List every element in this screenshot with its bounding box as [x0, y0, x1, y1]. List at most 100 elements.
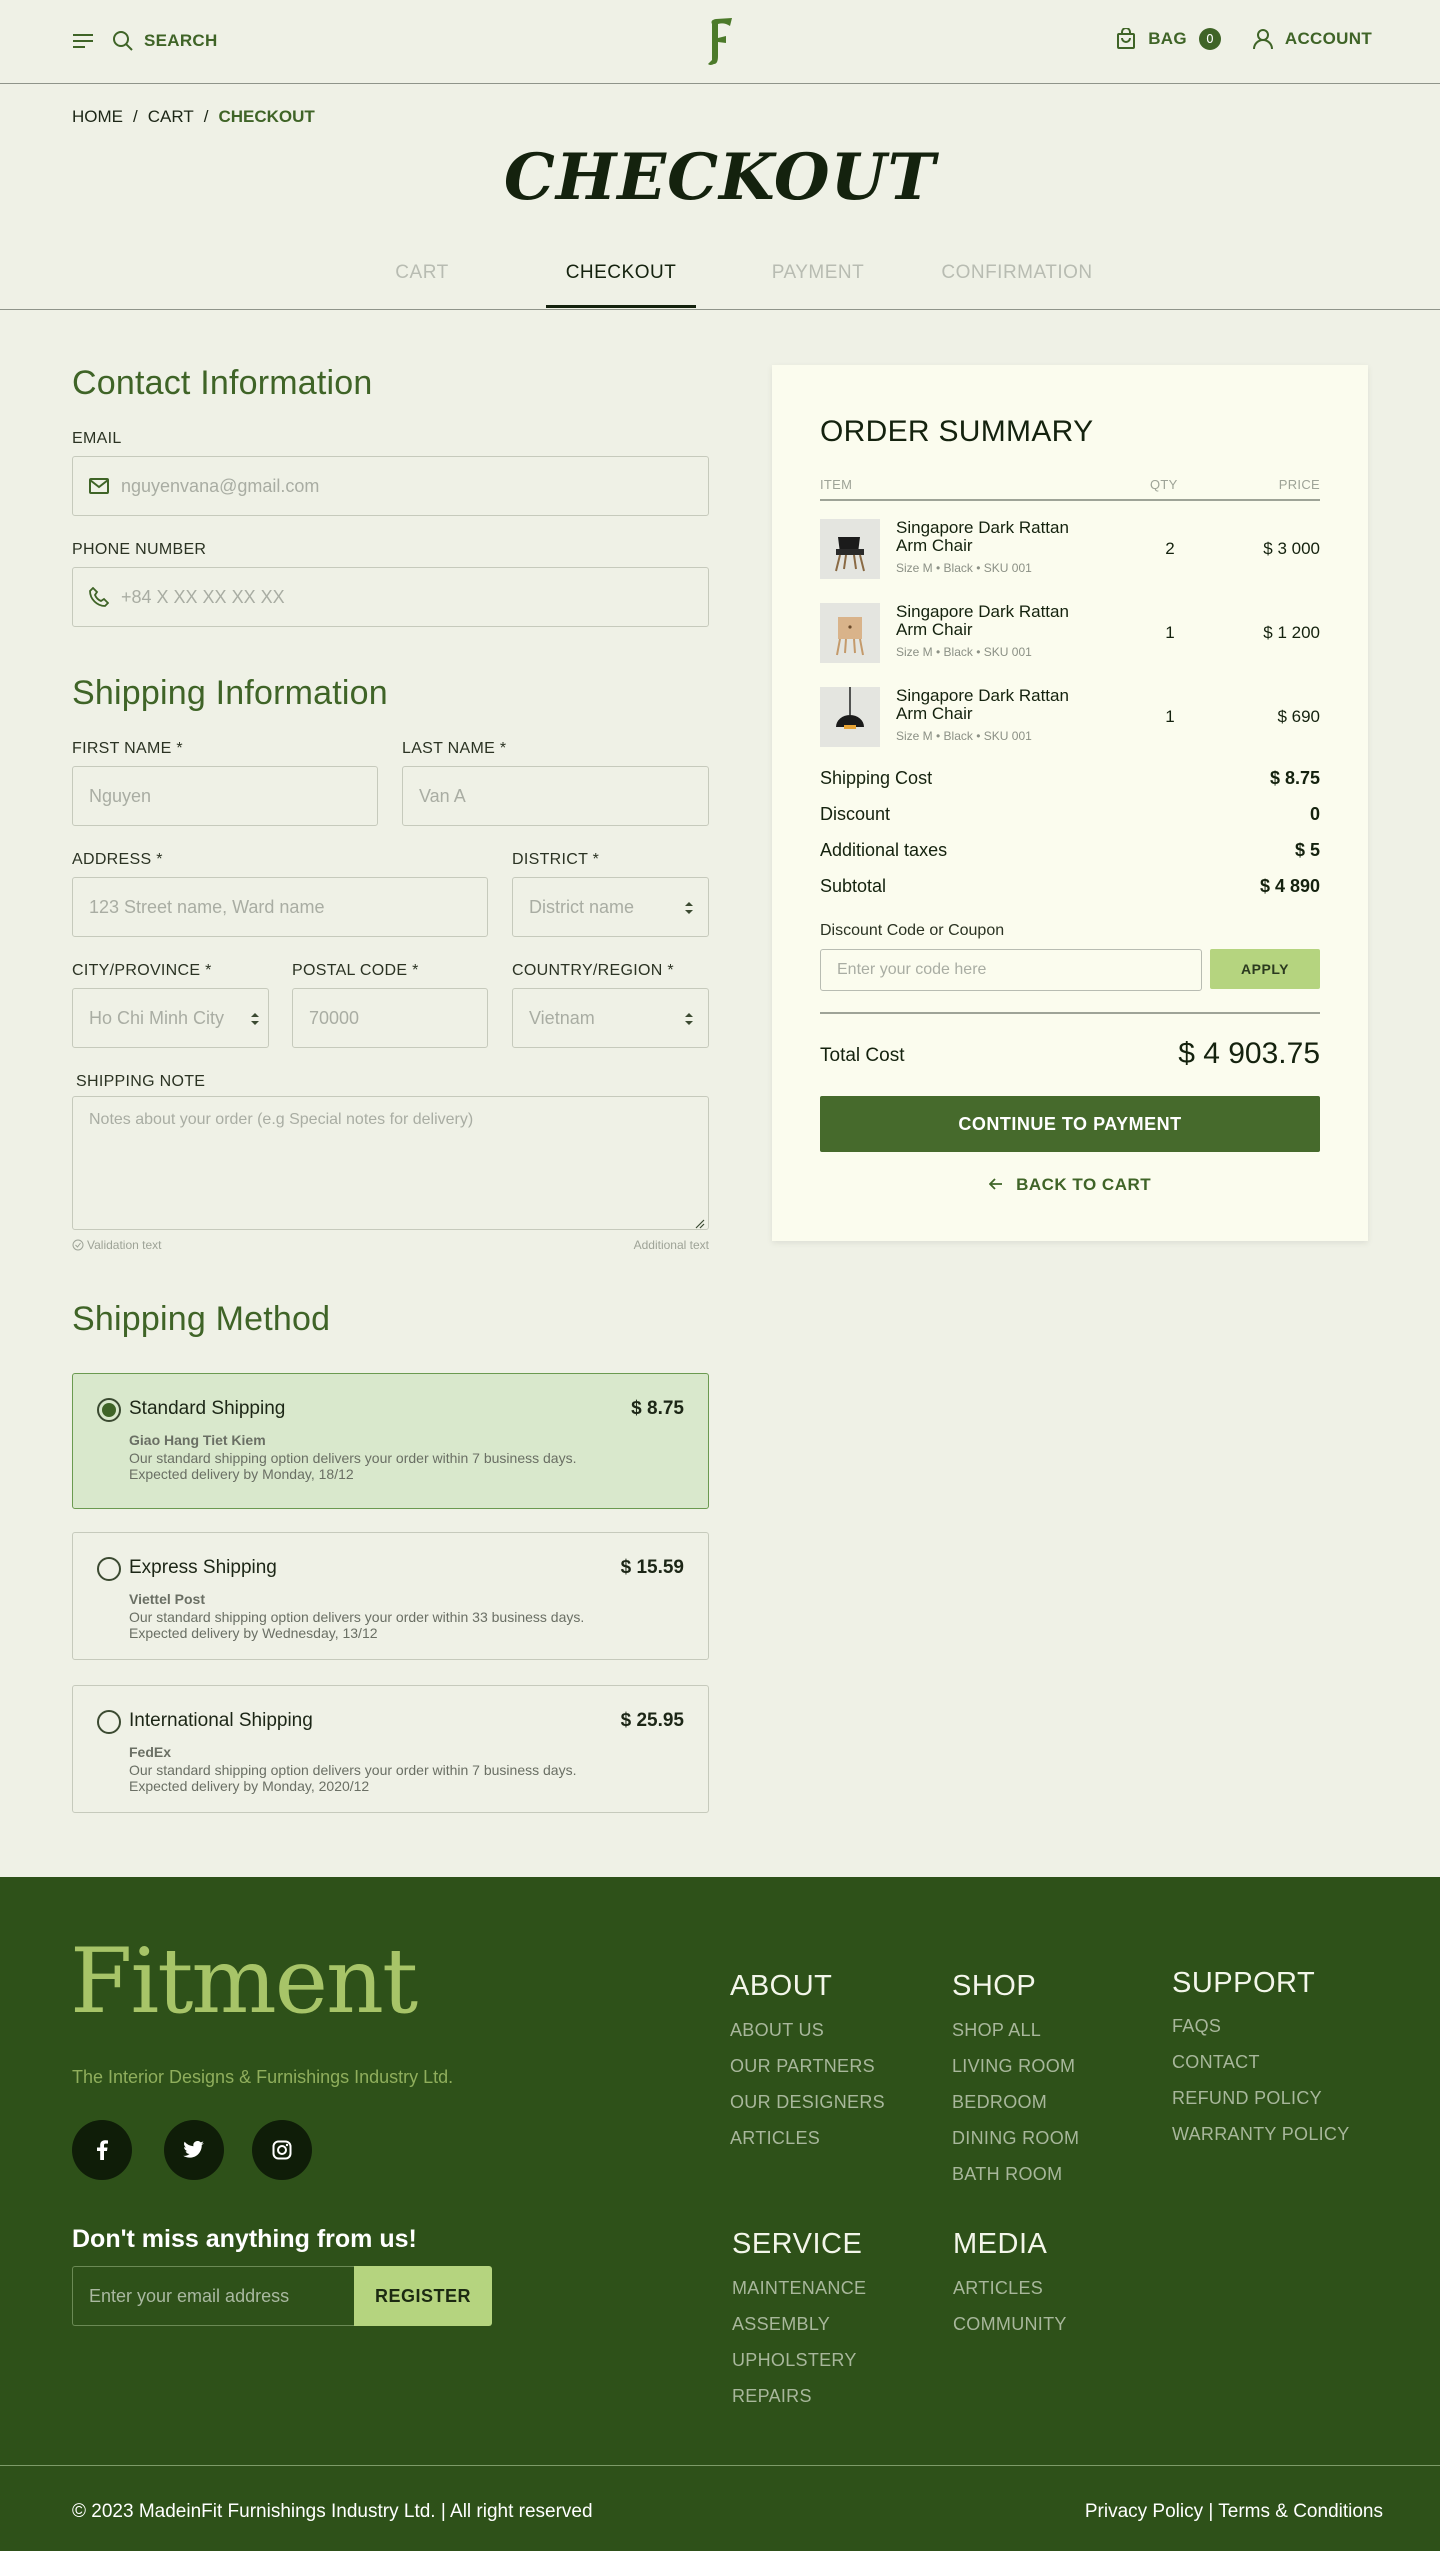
newsletter-email-input[interactable] — [89, 2285, 354, 2307]
email-field[interactable] — [72, 456, 709, 516]
footer-col-service-title: SERVICE — [732, 2228, 863, 2260]
item-qty: 2 — [1165, 539, 1175, 558]
radio-selected[interactable] — [97, 1398, 121, 1422]
shipping-note-textarea[interactable] — [73, 1097, 708, 1229]
newsletter-title: Don't miss anything from us! — [72, 2225, 417, 2253]
facebook-icon[interactable] — [72, 2120, 132, 2180]
footer-col-support-title: SUPPORT — [1172, 1967, 1316, 1999]
shipping-option-international[interactable]: International Shipping $ 25.95 FedEx Our… — [72, 1685, 709, 1813]
coupon-field[interactable] — [820, 949, 1202, 991]
footer-link[interactable]: REPAIRS — [732, 2386, 812, 2407]
shipping-desc-text: Our standard shipping option delivers yo… — [129, 1762, 577, 1778]
footer-link[interactable]: ABOUT US — [730, 2020, 824, 2041]
phone-input[interactable] — [121, 586, 708, 608]
address-input[interactable] — [89, 896, 487, 918]
item-name: Singapore Dark Rattan Arm Chair — [896, 686, 1069, 723]
validation-helper: Validation text — [72, 1238, 162, 1252]
footer-link[interactable]: SHOP ALL — [952, 2020, 1041, 2041]
search-button[interactable]: SEARCH — [112, 30, 218, 52]
subtotal-value: $ 4 890 — [1259, 876, 1320, 896]
breadcrumb-home[interactable]: HOME — [72, 107, 123, 127]
email-input[interactable] — [121, 475, 708, 497]
city-select[interactable]: Ho Chi Minh City — [72, 988, 269, 1048]
footer-link[interactable]: DINING ROOM — [952, 2128, 1079, 2149]
step-cart[interactable]: CART — [360, 262, 484, 284]
newsletter-email-field[interactable] — [72, 2266, 354, 2326]
shipping-option-standard[interactable]: Standard Shipping $ 8.75 Giao Hang Tiet … — [72, 1373, 709, 1509]
footer-link[interactable]: CONTACT — [1172, 2052, 1260, 2073]
footer-brand-logo[interactable]: Fitment — [70, 1937, 418, 2027]
item-name: Singapore Dark Rattan Arm Chair — [896, 518, 1069, 555]
first-name-field[interactable] — [72, 766, 378, 826]
divider — [820, 499, 1320, 501]
item-qty: 1 — [1165, 707, 1175, 726]
phone-field[interactable] — [72, 567, 709, 627]
mail-icon — [89, 478, 109, 494]
additional-text: Additional text — [633, 1238, 709, 1252]
footer-link[interactable]: OUR DESIGNERS — [730, 2092, 885, 2113]
bag-button[interactable]: BAG 0 — [1116, 27, 1243, 50]
item-meta: Size M • Black • SKU 001 — [896, 561, 1032, 575]
footer-link[interactable]: REFUND POLICY — [1172, 2088, 1322, 2109]
postal-code-field[interactable] — [292, 988, 488, 1048]
total-cost-label: Total Cost — [820, 1045, 905, 1066]
footer-col-media-title: MEDIA — [953, 2228, 1048, 2260]
instagram-icon[interactable] — [252, 2120, 312, 2180]
step-payment[interactable]: PAYMENT — [756, 262, 880, 284]
last-name-field[interactable] — [402, 766, 709, 826]
radio-unselected[interactable] — [97, 1710, 121, 1734]
footer-link[interactable]: FAQS — [1172, 2016, 1221, 2037]
col-header-qty: QTY — [1150, 477, 1178, 492]
item-price: $ 3 000 — [1263, 539, 1320, 558]
first-name-input[interactable] — [89, 785, 377, 807]
last-name-input[interactable] — [419, 785, 708, 807]
bag-label: BAG — [1148, 29, 1187, 48]
address-field[interactable] — [72, 877, 488, 937]
account-button[interactable]: ACCOUNT — [1252, 28, 1372, 50]
radio-unselected[interactable] — [97, 1557, 121, 1581]
continue-to-payment-button[interactable]: CONTINUE TO PAYMENT — [820, 1096, 1320, 1152]
step-confirmation[interactable]: CONFIRMATION — [938, 262, 1096, 284]
postal-code-input[interactable] — [309, 1007, 487, 1029]
back-to-cart-link[interactable]: BACK TO CART — [772, 1175, 1368, 1195]
shipping-note-field[interactable] — [72, 1096, 709, 1230]
apply-coupon-button[interactable]: APPLY — [1210, 949, 1320, 989]
footer-link[interactable]: BATH ROOM — [952, 2164, 1062, 2185]
shipping-option-express[interactable]: Express Shipping $ 15.59 Viettel Post Ou… — [72, 1532, 709, 1660]
country-select[interactable]: Vietnam — [512, 988, 709, 1048]
account-label: ACCOUNT — [1284, 29, 1372, 48]
site-header: SEARCH BAG 0 ACCOUNT — [0, 0, 1440, 84]
footer-link[interactable]: UPHOLSTERY — [732, 2350, 857, 2371]
footer-link[interactable]: ASSEMBLY — [732, 2314, 830, 2335]
breadcrumb-separator: / — [133, 107, 138, 126]
shipping-carrier: Giao Hang Tiet Kiem — [129, 1432, 266, 1448]
menu-icon[interactable] — [72, 33, 94, 49]
footer-link[interactable]: MAINTENANCE — [732, 2278, 866, 2299]
register-button[interactable]: REGISTER — [354, 2266, 492, 2326]
step-checkout[interactable]: CHECKOUT — [546, 262, 696, 284]
coupon-input[interactable] — [837, 961, 1201, 979]
footer-link[interactable]: WARRANTY POLICY — [1172, 2124, 1350, 2145]
footer-link[interactable]: ARTICLES — [953, 2278, 1043, 2299]
shipping-note-label: SHIPPING NOTE — [76, 1073, 206, 1090]
footer-link[interactable]: LIVING ROOM — [952, 2056, 1075, 2077]
shipping-cost-value: $ 8.75 — [1269, 768, 1320, 788]
arrow-left-icon — [988, 1175, 1003, 1190]
logo-mark-icon[interactable] — [706, 16, 734, 68]
shipping-eta: Expected delivery by Monday, 18/12 — [129, 1466, 354, 1482]
footer-col-shop-title: SHOP — [952, 1970, 1037, 2002]
twitter-icon[interactable] — [164, 2120, 224, 2180]
pendant-lamp-thumbnail — [820, 687, 880, 747]
resize-handle-icon[interactable] — [693, 1214, 705, 1229]
breadcrumb-cart[interactable]: CART — [148, 107, 194, 127]
footer-link[interactable]: OUR PARTNERS — [730, 2056, 875, 2077]
taxes-label: Additional taxes — [820, 840, 948, 860]
footer-link[interactable]: COMMUNITY — [953, 2314, 1067, 2335]
armchair-thumbnail — [820, 519, 880, 579]
legal-links[interactable]: Privacy Policy | Terms & Conditions — [1085, 2501, 1383, 2523]
footer-link[interactable]: BEDROOM — [952, 2092, 1047, 2113]
district-select[interactable]: District name — [512, 877, 709, 937]
footer-link[interactable]: ARTICLES — [730, 2128, 820, 2149]
order-item: Singapore Dark Rattan Arm Chair Size M •… — [820, 603, 1320, 663]
order-summary: ORDER SUMMARY ITEM QTY PRICE Singapore D… — [772, 365, 1368, 1241]
